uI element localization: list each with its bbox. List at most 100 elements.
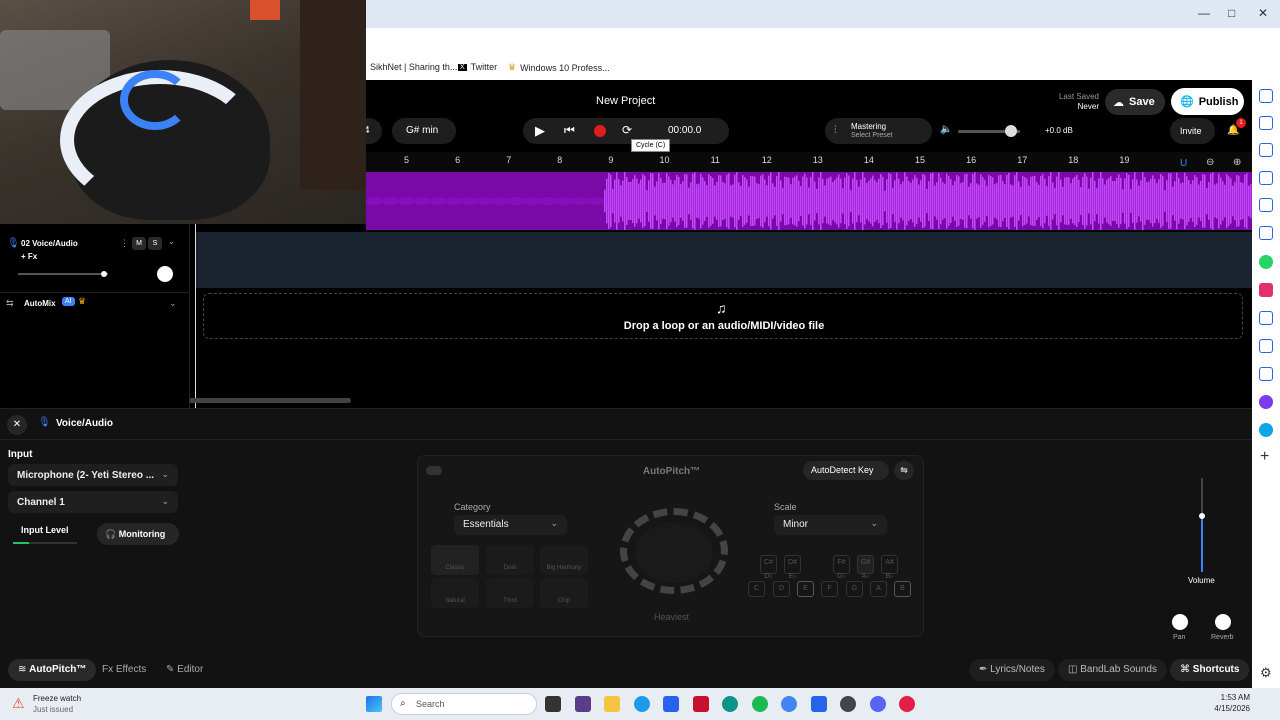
timeline-ruler[interactable]: 5 6 7 8 9 10 11 12 13 14 15 16 17 18 19 <box>366 152 1252 172</box>
volume-handle[interactable] <box>1199 512 1205 519</box>
record-icon[interactable] <box>594 125 606 137</box>
reading-list-icon[interactable] <box>1259 116 1273 130</box>
chevron-down-icon[interactable]: ⌄ <box>168 237 175 246</box>
bookmark-side-icon[interactable] <box>1259 89 1273 103</box>
preset-third[interactable]: Third <box>486 578 534 608</box>
publish-button[interactable]: 🌐 Publish <box>1171 88 1244 115</box>
speaker-icon[interactable]: 🔈 <box>940 124 952 135</box>
tab-editor[interactable]: ✎ Editor <box>156 659 213 681</box>
chart-icon[interactable] <box>1259 311 1273 325</box>
translate-icon[interactable] <box>1259 198 1273 212</box>
close-editor-icon[interactable]: ✕ <box>7 415 27 435</box>
taskbar-search[interactable]: ⌕ Search <box>391 693 537 715</box>
weather-title[interactable]: Freeze watch <box>33 694 81 703</box>
key-a-sharp[interactable]: A# B♭ <box>881 555 898 580</box>
track-volume-handle[interactable] <box>100 271 107 277</box>
preset-chip[interactable]: Chip <box>540 578 588 608</box>
bookmark-twitter[interactable]: X Twitter <box>458 62 497 72</box>
channel-select[interactable]: Channel 1 ⌄ <box>8 491 178 513</box>
track-volume-slider[interactable] <box>18 271 108 277</box>
autodetect-key-button[interactable]: AutoDetect Key <box>803 461 889 480</box>
key-g[interactable]: G <box>846 581 863 597</box>
magnet-icon[interactable]: U <box>1180 158 1187 169</box>
key-a[interactable]: A <box>870 581 887 597</box>
key-d[interactable]: D <box>773 581 790 597</box>
tab-lyrics-notes[interactable]: ✒ Lyrics/Notes <box>969 659 1055 681</box>
master-volume-handle[interactable] <box>1004 125 1017 137</box>
key-f[interactable]: F <box>821 581 838 597</box>
settings-sliders-icon[interactable]: ⇋ <box>894 461 914 480</box>
preset-classic[interactable]: Classic <box>431 545 479 575</box>
solo-button[interactable]: S <box>148 237 162 250</box>
play-icon[interactable]: ▶ <box>535 123 545 139</box>
mastering-preset-button[interactable]: ⫶ Mastering Select Preset <box>825 118 932 144</box>
audio-region[interactable] <box>366 172 1252 230</box>
whatsapp-icon[interactable] <box>1259 255 1273 269</box>
key-c[interactable]: C <box>748 581 765 597</box>
tab-autopitch[interactable]: ≋ AutoPitch™ <box>8 659 97 681</box>
chat-icon[interactable] <box>1259 423 1273 437</box>
file-explorer-icon[interactable] <box>604 696 620 712</box>
invite-button[interactable]: Invite <box>1170 118 1215 144</box>
strength-knob[interactable] <box>620 508 728 594</box>
skip-back-icon[interactable]: ⏮ <box>564 123 575 138</box>
drop-zone[interactable]: ♫ Drop a loop or an audio/MIDI/video fil… <box>203 293 1243 339</box>
horizontal-scrollbar[interactable] <box>187 398 351 403</box>
chevron-down-icon[interactable]: ⌄ <box>169 298 177 309</box>
windows-start-icon[interactable] <box>366 696 382 712</box>
project-title[interactable]: New Project <box>596 95 655 107</box>
playhead[interactable] <box>195 224 196 408</box>
automix-label[interactable]: AutoMix <box>24 299 56 308</box>
app-icon[interactable] <box>722 696 738 712</box>
master-volume-slider[interactable] <box>958 125 1020 137</box>
headset-app-icon[interactable] <box>899 696 915 712</box>
key-c-sharp[interactable]: C# D♭ <box>760 555 777 580</box>
discord-icon[interactable] <box>870 696 886 712</box>
bell-icon[interactable] <box>1259 339 1273 353</box>
key-e[interactable]: E <box>797 581 814 597</box>
monitoring-button[interactable]: 🎧 Monitoring <box>97 523 179 545</box>
settings-gear-icon[interactable]: ⚙ <box>1260 665 1272 681</box>
add-fx-button[interactable]: + Fx <box>21 252 37 261</box>
cycle-icon[interactable]: ⟳ <box>622 123 632 137</box>
key-g-sharp[interactable]: G# A♭ <box>857 555 874 580</box>
shortcuts-button[interactable]: ⌘ Shortcuts <box>1170 659 1250 681</box>
add-icon[interactable]: + <box>1260 448 1269 466</box>
bookmark-windows10[interactable]: ♛ Windows 10 Profess... <box>508 62 610 73</box>
preset-natural[interactable]: Natural <box>431 578 479 608</box>
key-b[interactable]: B <box>894 581 911 597</box>
preset-big-harmony[interactable]: Big Harmony <box>540 545 588 575</box>
spotify-icon[interactable] <box>752 696 768 712</box>
instagram-icon[interactable] <box>1259 283 1273 297</box>
minimize-button[interactable]: — <box>1198 6 1210 20</box>
language-icon[interactable] <box>1259 367 1273 381</box>
app-icon[interactable] <box>811 696 827 712</box>
track-menu-icon[interactable]: ⋮ <box>120 238 129 249</box>
bookmark-sikhnet[interactable]: SikhNet | Sharing th... <box>370 62 457 72</box>
pan-knob[interactable] <box>1172 614 1188 630</box>
reverb-knob[interactable] <box>1215 614 1231 630</box>
preset-duet[interactable]: Duet <box>486 545 534 575</box>
key-f-sharp[interactable]: F# G♭ <box>833 555 850 580</box>
close-window-button[interactable]: ✕ <box>1258 6 1268 20</box>
cube-icon[interactable] <box>1259 143 1273 157</box>
volume-fader[interactable] <box>1199 478 1205 572</box>
input-device-select[interactable]: Microphone (2- Yeti Stereo ... ⌄ <box>8 464 178 486</box>
zoom-in-icon[interactable]: ⊕ <box>1233 157 1241 168</box>
key-selector[interactable]: G# min <box>392 118 456 144</box>
track-name[interactable]: 02 Voice/Audio <box>21 239 78 248</box>
tab-effects[interactable]: Fx Effects <box>92 659 156 681</box>
scale-select[interactable]: Minor ⌄ <box>774 515 887 535</box>
maximize-button[interactable]: □ <box>1228 6 1235 20</box>
tab-bandlab-sounds[interactable]: ◫ BandLab Sounds <box>1058 659 1167 681</box>
flask-icon[interactable] <box>1259 171 1273 185</box>
task-view-icon[interactable] <box>545 696 561 712</box>
app-icon[interactable] <box>840 696 856 712</box>
key-d-sharp[interactable]: D# E♭ <box>784 555 801 580</box>
edge-icon[interactable] <box>634 696 650 712</box>
messenger-icon[interactable] <box>1259 395 1273 409</box>
calendar-icon[interactable] <box>1259 226 1273 240</box>
store-icon[interactable] <box>663 696 679 712</box>
pan-knob[interactable] <box>157 266 173 282</box>
mute-button[interactable]: M <box>132 237 146 250</box>
